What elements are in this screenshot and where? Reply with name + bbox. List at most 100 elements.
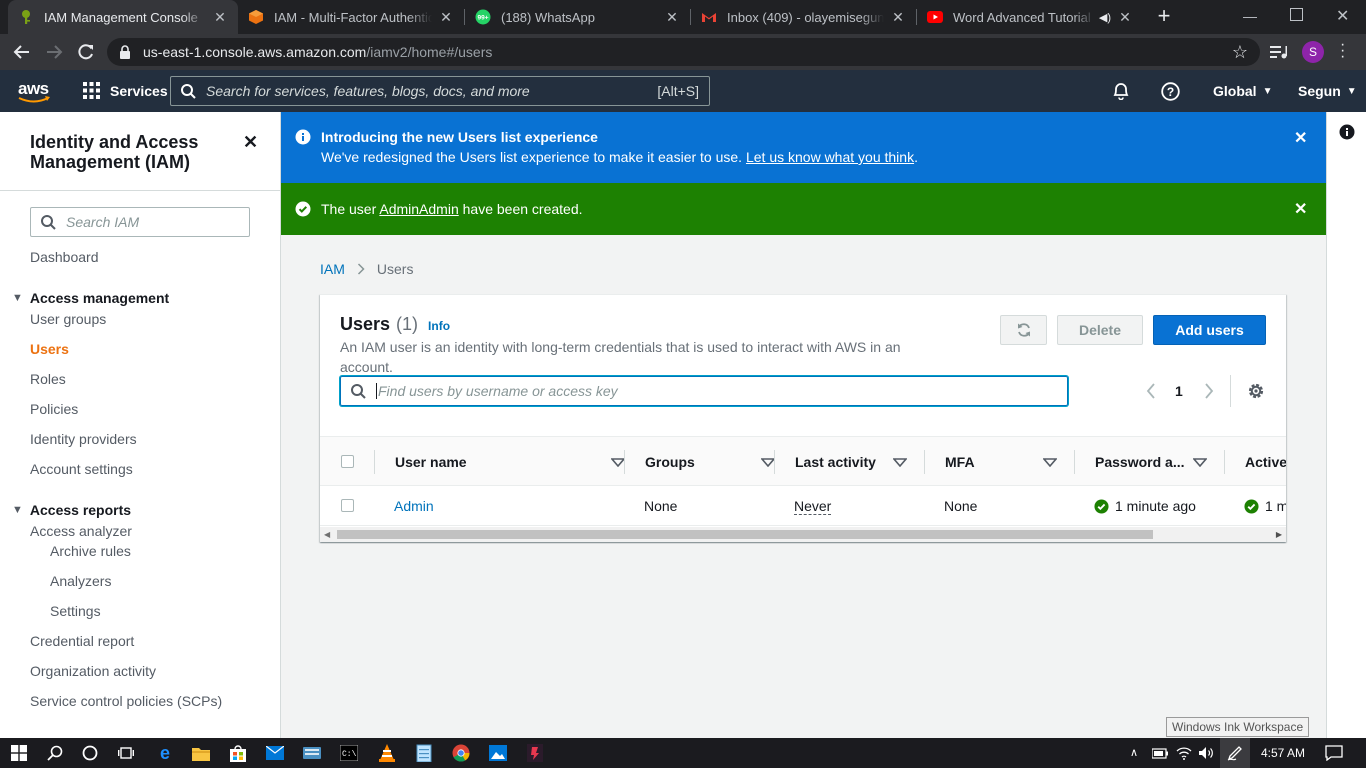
column-header-active-key[interactable]: Active	[1245, 437, 1286, 487]
services-menu-button[interactable]: Services	[83, 82, 168, 99]
sidebar-item-roles[interactable]: Roles	[30, 371, 66, 387]
sidebar-item-scps[interactable]: Service control policies (SCPs)	[30, 693, 222, 709]
sidebar-item-identity-providers[interactable]: Identity providers	[30, 431, 137, 447]
dismiss-info-icon[interactable]: ✕	[1294, 128, 1307, 148]
new-tab-plus-icon[interactable]: +	[1153, 5, 1175, 28]
back-arrow-icon[interactable]	[12, 42, 32, 62]
media-control-icon[interactable]	[1270, 44, 1288, 60]
tab-audio-muted-icon[interactable]: ◀)	[1099, 11, 1111, 24]
horizontal-scrollbar[interactable]: ◀ ▶	[320, 527, 1286, 542]
page-number[interactable]: 1	[1175, 383, 1183, 399]
scrollbar-thumb[interactable]	[337, 530, 1153, 539]
wifi-icon[interactable]	[1176, 746, 1192, 760]
created-user-link[interactable]: AdminAdmin	[379, 201, 458, 217]
bookmark-star-icon[interactable]: ☆	[1232, 42, 1248, 63]
close-sidebar-icon[interactable]: ✕	[243, 132, 258, 153]
column-header-password-age[interactable]: Password a...	[1095, 437, 1207, 487]
sort-caret-icon[interactable]	[1193, 457, 1207, 467]
search-iam-input[interactable]: Search IAM	[30, 207, 250, 237]
store-icon[interactable]	[228, 743, 248, 763]
close-window-icon[interactable]: ✕	[1336, 6, 1349, 26]
breadcrumb-iam[interactable]: IAM	[320, 261, 345, 277]
sort-caret-icon[interactable]	[893, 457, 907, 467]
tab-close-icon[interactable]: ✕	[890, 9, 906, 26]
action-center-icon[interactable]	[1325, 745, 1343, 761]
browser-menu-icon[interactable]: · · ·	[1340, 37, 1345, 65]
sidebar-item-archive-rules[interactable]: Archive rules	[50, 543, 131, 559]
browser-tab-youtube[interactable]: Word Advanced Tutorial - ◀) ✕	[917, 0, 1143, 34]
last-activity-cell[interactable]: Never	[794, 486, 832, 525]
restore-window-icon[interactable]	[1290, 8, 1303, 21]
reload-icon[interactable]	[76, 42, 96, 62]
add-users-button[interactable]: Add users	[1153, 315, 1266, 345]
notifications-bell-icon[interactable]	[1112, 82, 1130, 100]
forward-arrow-icon[interactable]	[44, 42, 64, 62]
tab-close-icon[interactable]: ✕	[212, 9, 228, 26]
taskbar-search-icon[interactable]	[45, 743, 65, 763]
prev-page-icon[interactable]	[1146, 383, 1156, 399]
tab-close-icon[interactable]: ✕	[438, 9, 454, 26]
column-header-last-activity[interactable]: Last activity	[795, 437, 907, 487]
info-link[interactable]: Info	[428, 319, 450, 333]
section-access-reports[interactable]: ▼ Access reports	[12, 502, 131, 518]
sidebar-item-organization-activity[interactable]: Organization activity	[30, 663, 156, 679]
info-panel-icon[interactable]	[1339, 124, 1355, 140]
browser-tab-mfa[interactable]: IAM - Multi-Factor Authentication ✕	[238, 0, 464, 34]
row-checkbox[interactable]	[341, 499, 354, 512]
taskbar-clock[interactable]: 4:57 AM	[1261, 746, 1305, 760]
sort-caret-icon[interactable]	[611, 457, 625, 467]
command-prompt-icon[interactable]: C:\	[339, 743, 359, 763]
tab-close-icon[interactable]: ✕	[1117, 9, 1133, 26]
sidebar-item-access-analyzer[interactable]: Access analyzer	[30, 523, 132, 539]
scroll-left-icon[interactable]: ◀	[324, 530, 330, 539]
browser-tab-iam-console[interactable]: IAM Management Console ✕	[8, 0, 238, 34]
tab-close-icon[interactable]: ✕	[664, 9, 680, 26]
windows-ink-icon[interactable]	[1220, 738, 1250, 768]
delete-button[interactable]: Delete	[1057, 315, 1143, 345]
next-page-icon[interactable]	[1204, 383, 1214, 399]
sort-caret-icon[interactable]	[761, 457, 775, 467]
sidebar-item-analyzers[interactable]: Analyzers	[50, 573, 111, 589]
notepad-icon[interactable]	[414, 743, 434, 763]
column-header-user-name[interactable]: User name	[395, 437, 625, 487]
aws-search-input[interactable]: Search for services, features, blogs, do…	[170, 76, 710, 106]
feedback-link[interactable]: Let us know what you think	[746, 149, 914, 165]
task-view-icon[interactable]	[116, 743, 136, 763]
chrome-icon[interactable]	[451, 743, 471, 763]
users-filter-input[interactable]: Find users by username or access key	[340, 376, 1068, 406]
game-app-icon[interactable]	[525, 743, 545, 763]
sidebar-item-credential-report[interactable]: Credential report	[30, 633, 134, 649]
minimize-window-icon[interactable]: —	[1243, 8, 1257, 24]
sidebar-item-dashboard[interactable]: Dashboard	[30, 249, 99, 265]
show-hidden-icons-icon[interactable]: ∧	[1130, 746, 1138, 759]
sort-caret-icon[interactable]	[1043, 457, 1057, 467]
column-header-groups[interactable]: Groups	[645, 437, 775, 487]
region-selector[interactable]: Global ▼	[1213, 83, 1272, 99]
dismiss-success-icon[interactable]: ✕	[1294, 199, 1307, 219]
section-access-management[interactable]: ▼ Access management	[12, 290, 169, 306]
profile-avatar[interactable]: S	[1302, 41, 1324, 63]
battery-icon[interactable]	[1152, 747, 1168, 759]
address-bar[interactable]: us-east-1.console.aws.amazon.com/iamv2/h…	[107, 38, 1260, 66]
help-icon[interactable]: ?	[1161, 82, 1180, 101]
windows-start-icon[interactable]	[9, 743, 29, 763]
vlc-icon[interactable]	[377, 743, 397, 763]
select-all-checkbox[interactable]	[341, 455, 354, 468]
cortana-icon[interactable]	[80, 743, 100, 763]
mail-icon[interactable]	[265, 743, 285, 763]
edge-browser-icon[interactable]: e	[155, 743, 175, 763]
sidebar-item-analyzer-settings[interactable]: Settings	[50, 603, 101, 619]
sidebar-item-account-settings[interactable]: Account settings	[30, 461, 133, 477]
file-explorer-icon[interactable]	[191, 743, 211, 763]
browser-tab-gmail[interactable]: Inbox (409) - olayemisegunm0 ✕	[691, 0, 916, 34]
refresh-button[interactable]	[1000, 315, 1047, 345]
user-name-link[interactable]: Admin	[394, 486, 434, 525]
lock-icon[interactable]	[119, 45, 131, 59]
browser-tab-whatsapp[interactable]: 99+ (188) WhatsApp ✕	[465, 0, 690, 34]
sidebar-item-policies[interactable]: Policies	[30, 401, 78, 417]
scroll-right-icon[interactable]: ▶	[1276, 530, 1282, 539]
sidebar-item-user-groups[interactable]: User groups	[30, 311, 106, 327]
sidebar-item-users[interactable]: Users	[30, 341, 69, 357]
keyboard-icon[interactable]	[302, 743, 322, 763]
volume-icon[interactable]	[1199, 746, 1215, 760]
